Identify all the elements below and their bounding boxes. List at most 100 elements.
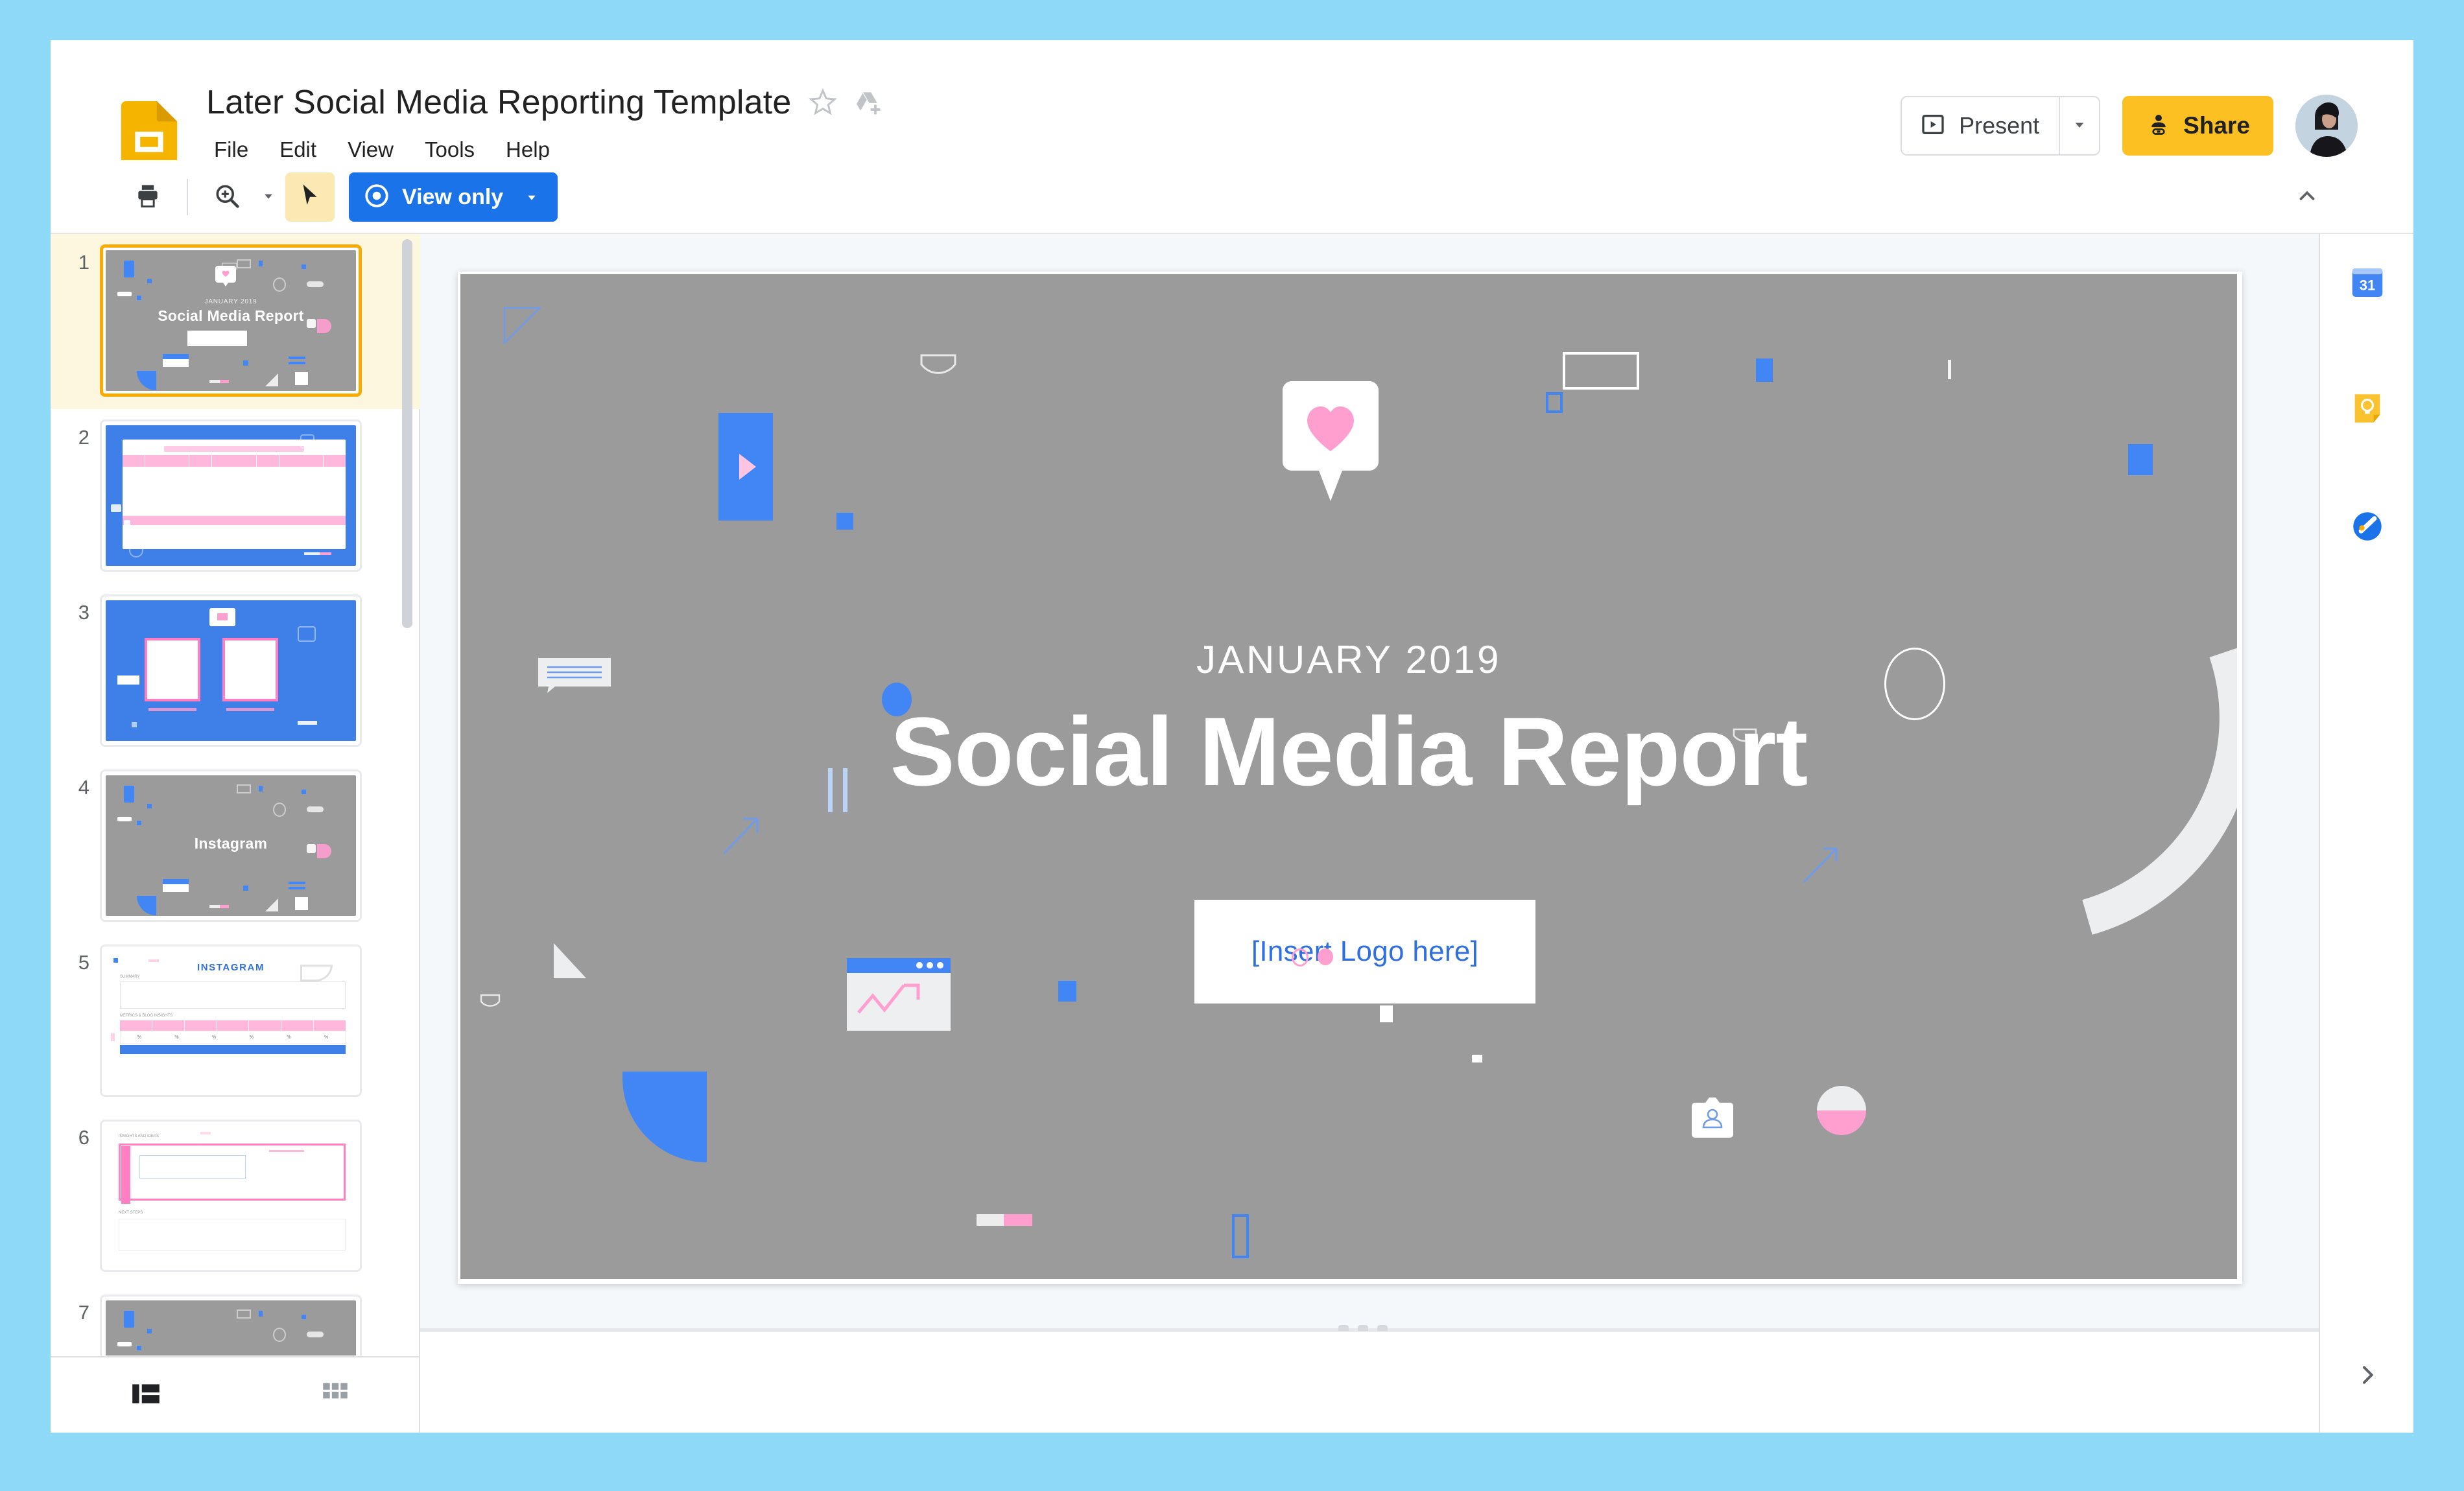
filmstrip-scrollbar-thumb[interactable] [402,239,412,628]
filmstrip-view-button[interactable] [123,1372,169,1418]
zoom-dropdown-button[interactable] [252,172,285,222]
progress-bar-pink-shape [1004,1214,1032,1226]
small-square-shape [836,513,853,530]
pink-circle-outline-shape [1292,948,1309,967]
select-cursor-icon [296,182,324,213]
small-white-square-shape [1380,1005,1393,1022]
toolbar-left-group: View only [123,160,558,234]
slide-number: 6 [78,1126,89,1149]
logo-placeholder[interactable]: [Insert Logo here] [1194,900,1535,1004]
slide-thumbnail[interactable] [100,594,362,747]
filmstrip-scroll-area[interactable]: 1 JANUARY 2019 Social Media Report 2 3 4… [51,234,420,1356]
rectangle-outline-shape [1563,352,1639,390]
star-icon[interactable] [808,88,837,117]
google-keep-icon[interactable] [2342,383,2393,434]
google-calendar-icon[interactable]: 31 [2342,257,2393,308]
small-dash-shape [1472,1055,1482,1062]
add-to-drive-icon[interactable] [854,88,883,117]
filmstrip-footer [51,1356,420,1433]
share-button[interactable]: Share [2122,96,2273,156]
arrow-up-right-shape [720,812,765,861]
view-only-dropdown-icon[interactable] [515,188,546,206]
share-label: Share [2183,112,2250,139]
present-button[interactable]: Present [1902,97,2059,154]
pink-dot-shape [1318,948,1333,965]
rail-expand-button[interactable] [2342,1351,2393,1402]
square-shape [2128,444,2153,475]
vertical-rect-outline-shape [1232,1214,1249,1258]
small-rect-outline-shape [1546,392,1563,413]
slide-thumbnail[interactable]: JANUARY 2019 Social Media Report [100,244,362,397]
browser-chart-mockup [847,958,951,1031]
pie-chart-shape [1816,1085,1867,1136]
slide-date-text: JANUARY 2019 [1196,638,1502,681]
share-person-link-icon [2146,112,2172,141]
play-button-shape [718,413,773,521]
filmstrip-slide-6[interactable]: 6 INSIGHTS AND IDEAS NEXT STEPS [51,1109,420,1284]
heart-pin-icon [1283,381,1379,501]
filmstrip-slide-7[interactable]: 7 Instagram Stories [51,1284,420,1356]
slide-title-text: Social Media Report [890,697,1808,806]
slide-thumbnail[interactable]: INSIGHTS AND IDEAS NEXT STEPS [100,1120,362,1272]
slide-number: 3 [78,601,89,624]
arrow-up-right-shape [1800,843,1843,889]
slides-app-window: Later Social Media Reporting Template Fi… [51,40,2413,1433]
chevron-down-icon [259,187,278,208]
profile-card-icon [1691,1096,1734,1140]
zoom-in-icon [213,182,241,213]
avatar[interactable] [2295,95,2358,157]
grid-view-button[interactable] [313,1372,358,1418]
present-dropdown-button[interactable] [2059,97,2099,154]
present-label: Present [1959,112,2040,139]
white-triangle-shape [551,942,587,980]
small-square-shape [1058,981,1076,1002]
chevron-up-icon [2295,183,2319,211]
tick-mark-shape [1948,360,1951,379]
filmstrip-scrollbar-track[interactable] [399,239,414,1350]
filmstrip-view-icon [130,1378,162,1413]
google-tasks-icon[interactable] [2342,501,2393,552]
slide-surface[interactable]: JANUARY 2019 Social Media Report [Insert… [458,272,2242,1284]
body-area: 1 JANUARY 2019 Social Media Report 2 3 4… [51,234,2413,1433]
header-actions: Present Share [1901,95,2358,157]
slide-number: 2 [78,426,89,449]
blue-quarter-circle-shape [622,1072,707,1162]
print-button[interactable] [123,172,172,222]
small-quarter-outline-shape [480,994,502,1017]
slide-thumbnail[interactable] [100,419,362,572]
title-block: Later Social Media Reporting Template Fi… [206,86,883,165]
slide-number: 5 [78,951,89,974]
slide-thumbnail[interactable]: Instagram [100,769,362,922]
app-header: Later Social Media Reporting Template Fi… [51,40,2413,172]
quarter-round-outline-shape [919,353,957,387]
triangle-outline-shape [503,307,542,346]
eye-icon [363,182,390,213]
filmstrip-slide-4[interactable]: 4 Instagram [51,759,420,934]
view-only-label: View only [402,184,504,209]
speaker-notes-panel[interactable] [420,1331,2319,1433]
slide-canvas[interactable]: JANUARY 2019 Social Media Report [Insert… [460,274,2237,1279]
filmstrip-slide-1[interactable]: 1 JANUARY 2019 Social Media Report [51,234,420,409]
filmstrip-slide-3[interactable]: 3 [51,584,420,759]
select-cursor-button[interactable] [285,172,335,222]
slide-number: 7 [78,1301,89,1324]
page-title[interactable]: Later Social Media Reporting Template [206,86,792,119]
slide-thumbnail[interactable]: INSTAGRAM SUMMARY METRICS & BLOG INSIGHT… [100,945,362,1097]
toolbar: View only [51,160,2413,234]
present-screen-icon [1920,112,1946,141]
logo-placeholder-text: [Insert Logo here] [1251,935,1479,967]
zoom-button[interactable] [202,172,252,222]
chevron-down-icon [2070,115,2089,137]
slide-thumbnail[interactable]: Instagram Stories [100,1295,362,1356]
present-group: Present [1901,96,2101,156]
collapse-toolbar-button[interactable] [2282,172,2332,222]
slide-number: 4 [78,776,89,799]
view-only-button[interactable]: View only [349,172,558,222]
filmstrip-slide-2[interactable]: 2 [51,409,420,584]
svg-text:31: 31 [2360,277,2375,294]
toolbar-divider [187,179,188,215]
chevron-right-icon [2354,1362,2380,1391]
print-icon [134,182,162,213]
filmstrip-slide-5[interactable]: 5 INSTAGRAM SUMMARY METRICS & BLOG INSIG… [51,934,420,1109]
small-square-shape [1756,358,1773,382]
